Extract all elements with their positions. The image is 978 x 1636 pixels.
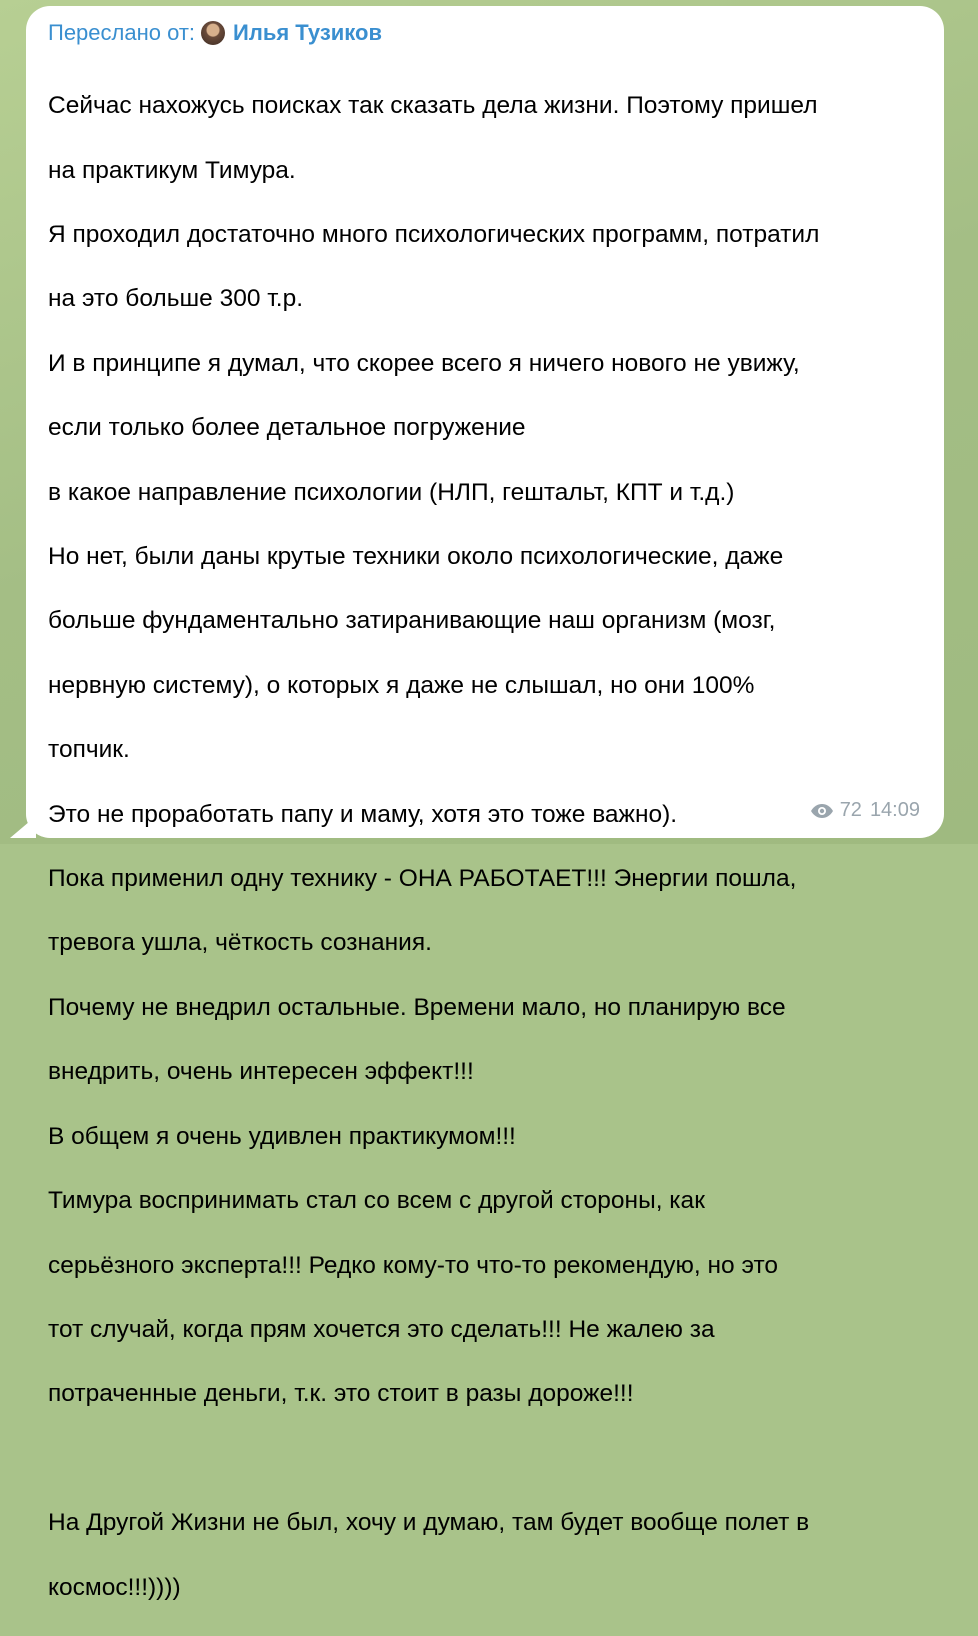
message-line: топчик. bbox=[48, 736, 130, 764]
view-count: 72 bbox=[839, 799, 862, 821]
forwarded-label: Переслано от: bbox=[48, 20, 196, 45]
author-avatar[interactable] bbox=[201, 21, 226, 45]
eye-icon bbox=[810, 803, 833, 818]
message-line: тревога ушла, чёткость сознания. bbox=[48, 929, 432, 957]
message-line: Пока применил одну технику - ОНА РАБОТАЕ… bbox=[48, 865, 797, 893]
message-line: Я проходил достаточно много психологичес… bbox=[48, 221, 820, 249]
message-line: тот случай, когда прям хочется это сдела… bbox=[48, 1315, 715, 1343]
message-line: Но нет, были даны крутые техники около п… bbox=[48, 543, 784, 571]
message-line: На Другой Жизни не был, хочу и думаю, та… bbox=[48, 1509, 810, 1537]
message-line: В общем я очень удивлен практикумом!!! bbox=[48, 1122, 516, 1150]
message-line: нервную систему), о которых я даже не сл… bbox=[48, 671, 755, 699]
message-line: если только более детальное погружение bbox=[48, 414, 526, 442]
forwarded-author-name[interactable]: Илья Тузиков bbox=[233, 20, 382, 46]
message-line: на это больше 300 т.р. bbox=[48, 285, 304, 313]
message-line: на практикум Тимура. bbox=[48, 156, 296, 184]
message-line: И в принципе я думал, что скорее всего я… bbox=[48, 349, 800, 377]
message-line bbox=[48, 1443, 922, 1475]
message-line: Сейчас нахожусь поисках так сказать дела… bbox=[48, 92, 818, 120]
message-meta: 72 14:09 bbox=[810, 799, 920, 822]
message-line: космос!!!)))) bbox=[48, 1573, 181, 1601]
message-line: внедрить, очень интересен эффект!!! bbox=[48, 1058, 474, 1086]
message-text: Сейчас нахожусь поисках так сказать дела… bbox=[48, 58, 922, 1636]
message-line: серьёзного эксперта!!! Редко кому-то что… bbox=[48, 1251, 779, 1279]
message-time: 14:09 bbox=[869, 799, 920, 821]
message-line: в какое направление психологии (НЛП, геш… bbox=[48, 478, 735, 506]
message-line: Это не проработать папу и маму, хотя это… bbox=[48, 800, 678, 828]
message-line: Тимура воспринимать стал со всем с друго… bbox=[48, 1187, 705, 1215]
forwarded-from-header[interactable]: Переслано от: Илья Тузиков bbox=[48, 20, 922, 46]
message-line: Почему не внедрил остальные. Времени мал… bbox=[48, 993, 786, 1021]
message-line: больше фундаментально затиранивающие наш… bbox=[48, 607, 776, 635]
message-line: потраченные деньги, т.к. это стоит в раз… bbox=[48, 1380, 634, 1408]
message-bubble[interactable]: Переслано от: Илья Тузиков Сейчас нахожу… bbox=[26, 6, 944, 1601]
